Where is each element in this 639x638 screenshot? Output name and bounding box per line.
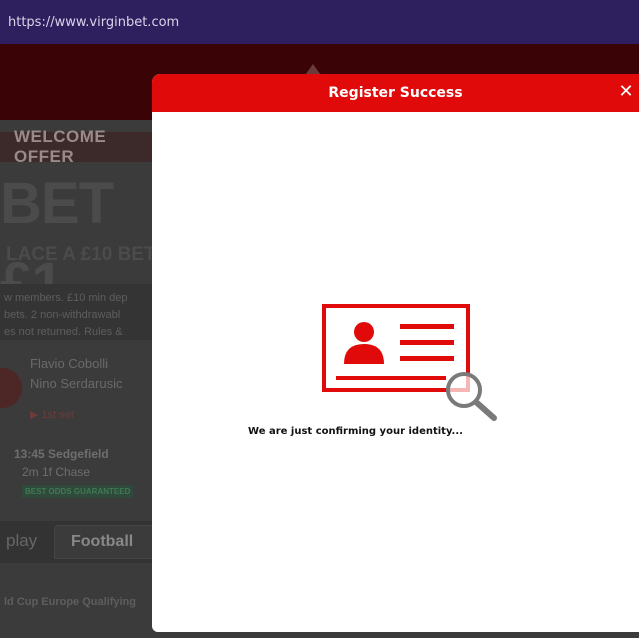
race-subtitle: 2m 1f Chase <box>22 465 91 479</box>
play-icon: ▶ <box>30 409 42 421</box>
player-name: Flavio Cobolli <box>30 356 109 371</box>
place-bet-text: LACE A £10 BET & <box>6 244 175 265</box>
competition-title: ld Cup Europe Qualifying <box>4 596 136 608</box>
bet-headline: BET £1 <box>0 171 114 316</box>
best-odds-badge: BEST ODDS GUARANTEED <box>22 485 134 498</box>
terms-line: es not returned. Rules & <box>4 326 123 338</box>
modal-title: Register Success <box>328 85 463 101</box>
set-status: ▶ 1st set <box>30 408 74 421</box>
player-name: Nino Serdarusic <box>30 376 123 391</box>
terms-text: w members. £10 min dep bets. 2 non-withd… <box>0 284 160 340</box>
close-icon[interactable]: ✕ <box>617 83 635 101</box>
terms-line: w members. £10 min dep <box>4 292 128 304</box>
tab-football[interactable]: Football <box>54 525 154 559</box>
browser-url-bar[interactable]: https://www.virginbet.com <box>0 0 639 44</box>
welcome-offer-banner: WELCOME OFFER <box>0 127 160 166</box>
sport-tabs: play Football <box>0 521 160 563</box>
race-title: 13:45 Sedgefield <box>14 447 109 461</box>
terms-line: bets. 2 non-withdrawabl <box>4 309 121 321</box>
race-card[interactable]: 13:45 Sedgefield 2m 1f Chase BEST ODDS G… <box>0 439 160 509</box>
set-label: 1st set <box>41 409 74 421</box>
match-card[interactable]: Flavio Cobolli Nino Serdarusic ▶ 1st set <box>0 344 160 434</box>
id-card-search-icon <box>322 304 497 421</box>
confirming-identity-message: We are just confirming your identity... <box>248 426 463 437</box>
tab-inplay[interactable]: play <box>6 531 37 551</box>
welcome-offer-text: WELCOME OFFER <box>14 127 107 166</box>
tennis-icon <box>0 368 22 408</box>
register-success-modal: Register Success ✕ We are just confirmin… <box>152 74 639 632</box>
url-text: https://www.virginbet.com <box>8 14 180 30</box>
modal-header: Register Success ✕ <box>152 74 639 112</box>
